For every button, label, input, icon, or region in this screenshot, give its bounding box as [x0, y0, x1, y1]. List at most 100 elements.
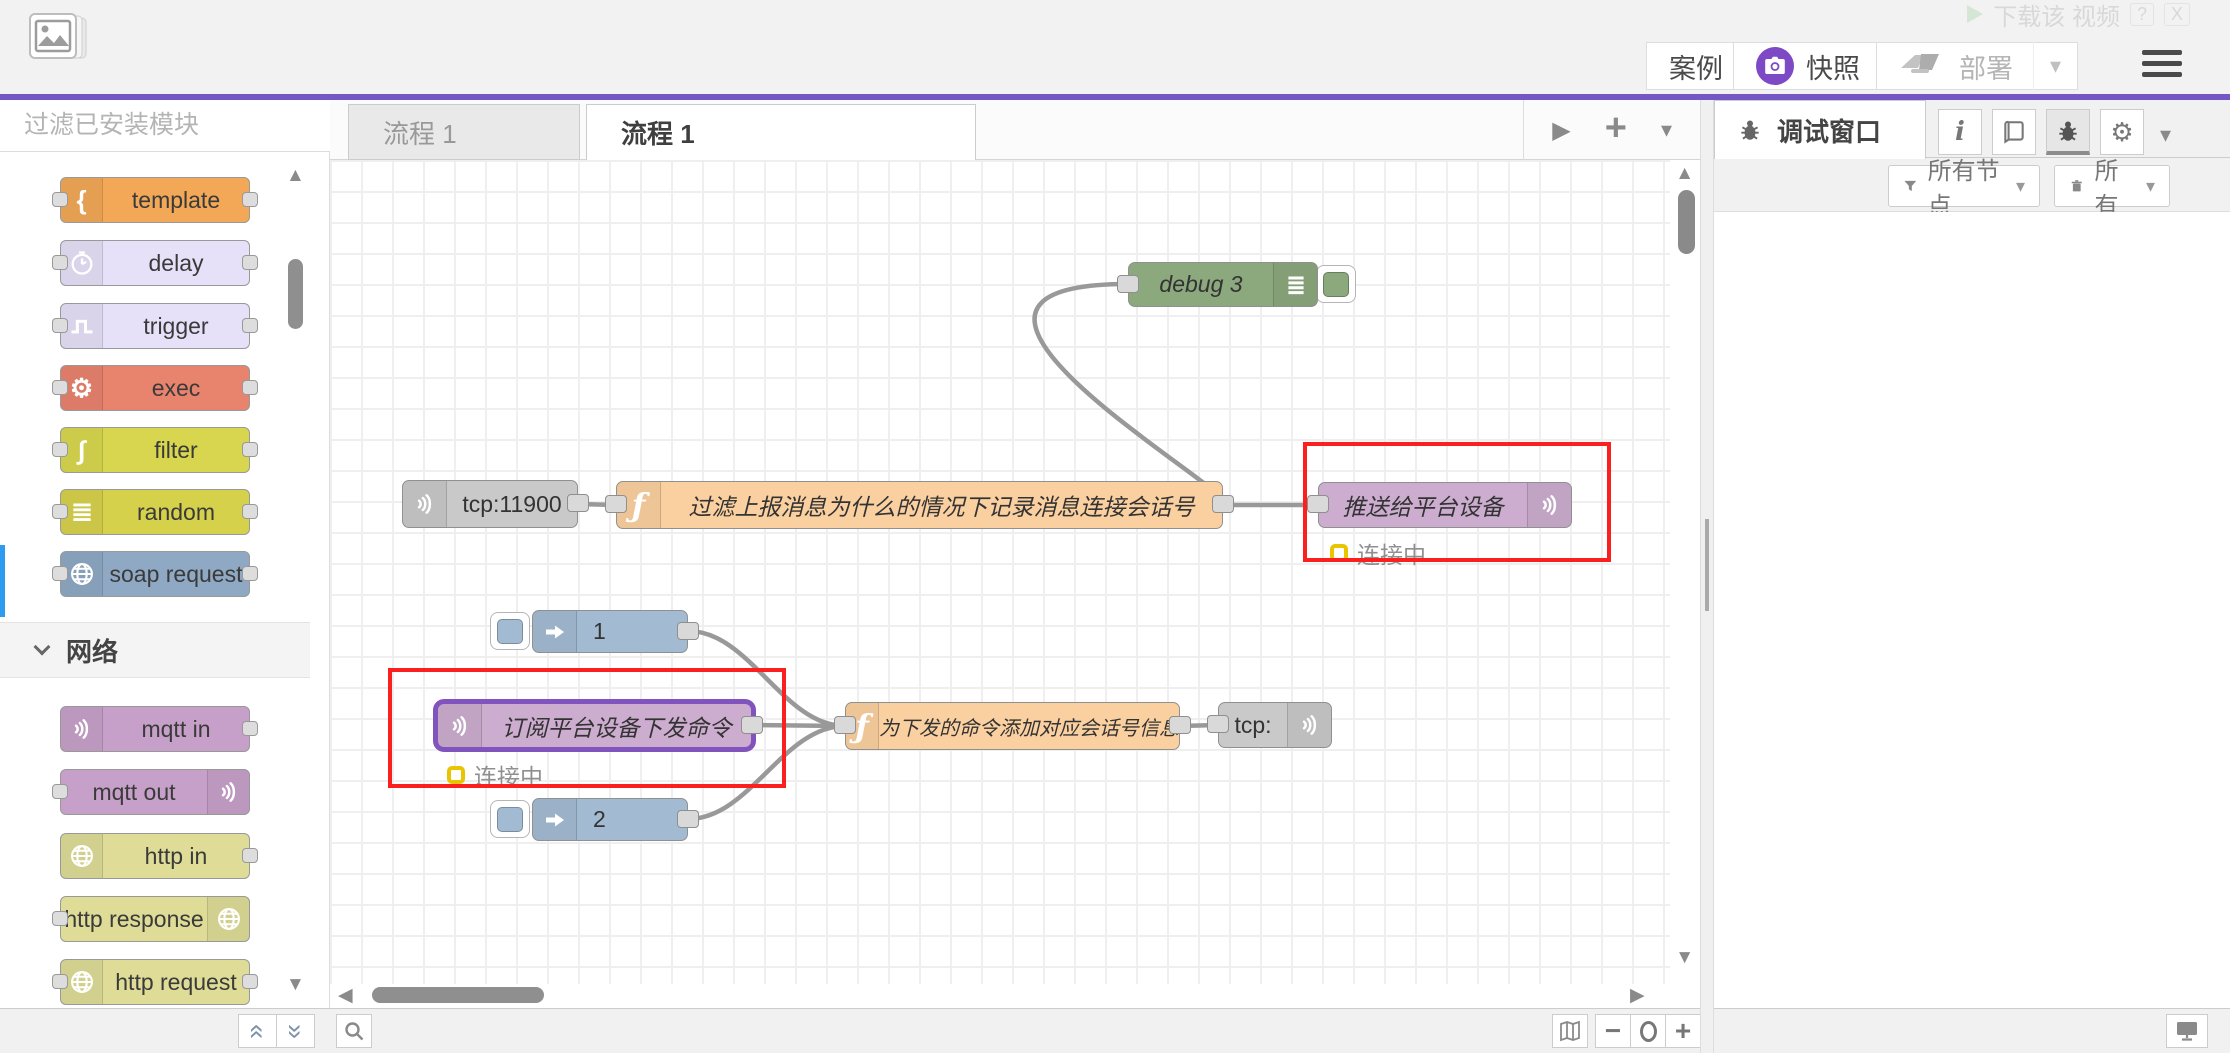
- help-tab-button[interactable]: [1992, 109, 2036, 155]
- output-port[interactable]: [242, 442, 258, 457]
- input-port[interactable]: [52, 566, 68, 581]
- sidebar-tabs-caret[interactable]: ▾: [2160, 122, 2171, 148]
- palette-node-exec[interactable]: ⚙ exec: [60, 365, 250, 411]
- output-port[interactable]: [242, 566, 258, 581]
- settings-tab-button[interactable]: ⚙: [2100, 109, 2144, 155]
- output-port[interactable]: [242, 318, 258, 333]
- node-function-command[interactable]: ƒ 为下发的命令添加对应会话号信息: [845, 702, 1180, 750]
- workspace-search-button[interactable]: [336, 1014, 372, 1048]
- node-link-2[interactable]: 2: [532, 798, 688, 841]
- overlay-help-button[interactable]: ?: [2130, 3, 2154, 26]
- node-function-filter[interactable]: ƒ 过滤上报消息为什么的情况下记录消息连接会话号: [616, 481, 1223, 529]
- palette-node-random[interactable]: random: [60, 489, 250, 535]
- output-port[interactable]: [677, 622, 699, 640]
- expand-all-button[interactable]: »: [276, 1014, 315, 1048]
- palette-scroll-up[interactable]: ▲: [286, 166, 305, 185]
- splitter-scrollbar-thumb[interactable]: [1705, 519, 1709, 611]
- output-port[interactable]: [242, 255, 258, 270]
- zoom-out-button[interactable]: −: [1595, 1014, 1631, 1048]
- output-port[interactable]: [242, 848, 258, 863]
- tab-flow-1[interactable]: 流程 1: [348, 104, 580, 160]
- output-port[interactable]: [741, 716, 763, 734]
- palette-node-soap-request[interactable]: soap request: [60, 551, 250, 597]
- output-port[interactable]: [1169, 716, 1191, 734]
- output-port[interactable]: [242, 380, 258, 395]
- canvas-scroll-down[interactable]: ▼: [1675, 948, 1694, 967]
- palette-node-template[interactable]: { template: [60, 177, 250, 223]
- palette-scrollbar-thumb[interactable]: [288, 259, 303, 329]
- palette-search-input[interactable]: [24, 111, 346, 140]
- input-port[interactable]: [52, 784, 68, 799]
- palette-node-mqtt-in[interactable]: mqtt in: [60, 706, 250, 752]
- zoom-in-button[interactable]: +: [1665, 1014, 1701, 1048]
- canvas-scroll-right[interactable]: ▶: [1630, 986, 1645, 1005]
- filter-nodes-button[interactable]: 所有节点 ▾: [1888, 165, 2040, 207]
- examples-button[interactable]: 案例: [1646, 42, 1746, 90]
- input-port[interactable]: [52, 192, 68, 207]
- input-port[interactable]: [52, 911, 68, 926]
- link-2-toggle[interactable]: [490, 800, 530, 838]
- canvas-scroll-up[interactable]: ▲: [1675, 164, 1694, 183]
- output-port[interactable]: [567, 494, 589, 512]
- clear-debug-button[interactable]: 所有 ▾: [2054, 165, 2170, 207]
- wire[interactable]: [1035, 284, 1226, 505]
- palette-section-network[interactable]: 网络: [0, 622, 310, 678]
- input-port[interactable]: [1117, 275, 1139, 293]
- palette-node-http-in[interactable]: http in: [60, 833, 250, 879]
- deploy-options-caret[interactable]: ▾: [2033, 42, 2077, 90]
- debug-enable-toggle[interactable]: [1316, 265, 1356, 303]
- open-in-window-button[interactable]: [2166, 1014, 2208, 1048]
- input-port[interactable]: [52, 255, 68, 270]
- output-port[interactable]: [677, 810, 699, 828]
- palette-node-delay[interactable]: delay: [60, 240, 250, 286]
- debug-tab-button[interactable]: [2046, 109, 2090, 155]
- canvas-vscroll-thumb[interactable]: [1678, 190, 1695, 254]
- node-subscribe-commands[interactable]: 订阅平台设备下发命令: [437, 703, 752, 748]
- node-debug-3[interactable]: debug 3: [1128, 262, 1318, 307]
- input-port[interactable]: [52, 442, 68, 457]
- minimap-button[interactable]: [1552, 1014, 1588, 1048]
- zoom-reset-button[interactable]: [1630, 1014, 1666, 1048]
- main-menu-button[interactable]: [2142, 50, 2182, 82]
- output-port[interactable]: [242, 192, 258, 207]
- palette-scroll-down[interactable]: ▼: [286, 975, 305, 994]
- overlay-close-button[interactable]: X: [2164, 3, 2190, 26]
- sidebar-splitter[interactable]: [1700, 100, 1714, 1053]
- output-port[interactable]: [242, 504, 258, 519]
- input-port[interactable]: [52, 380, 68, 395]
- scroll-tabs-right-button[interactable]: ▶: [1552, 116, 1570, 145]
- input-port[interactable]: [605, 495, 627, 513]
- node-tcp-out[interactable]: tcp:: [1218, 702, 1332, 748]
- collapse-all-button[interactable]: «: [238, 1014, 277, 1048]
- add-flow-button[interactable]: +: [1605, 107, 1627, 150]
- palette-node-http-request[interactable]: http request: [60, 959, 250, 1005]
- canvas-scroll-left[interactable]: ◀: [338, 986, 353, 1005]
- input-port[interactable]: [52, 504, 68, 519]
- palette-node-filter[interactable]: ∫ filter: [60, 427, 250, 473]
- link-1-toggle[interactable]: [490, 612, 530, 650]
- tab-debug-window[interactable]: 调试窗口: [1714, 100, 1926, 159]
- deploy-button[interactable]: 部署 ▾: [1876, 42, 2078, 90]
- palette-node-mqtt-out[interactable]: mqtt out: [60, 769, 250, 815]
- tab-list-button[interactable]: ▾: [1661, 117, 1672, 143]
- node-tcp-in[interactable]: tcp:11900: [402, 480, 578, 528]
- output-port[interactable]: [1212, 495, 1234, 513]
- flow-workspace[interactable]: debug 3 tcp:11900 ƒ 过滤上报消息为什么的情况下记录消息连接会…: [330, 160, 1700, 984]
- canvas-hscroll-thumb[interactable]: [372, 987, 544, 1003]
- palette-node-trigger[interactable]: trigger: [60, 303, 250, 349]
- node-status-subscribe: 连接中: [447, 758, 543, 792]
- snapshot-button[interactable]: 快照: [1733, 42, 1883, 90]
- input-port[interactable]: [1307, 495, 1329, 513]
- palette-search-box[interactable]: [0, 100, 330, 152]
- tab-flow-1-active[interactable]: 流程 1: [586, 104, 976, 160]
- input-port[interactable]: [1207, 715, 1229, 733]
- node-push-to-platform[interactable]: 推送给平台设备: [1318, 482, 1572, 528]
- output-port[interactable]: [242, 974, 258, 989]
- palette-node-http-response[interactable]: http response: [60, 896, 250, 942]
- input-port[interactable]: [52, 974, 68, 989]
- input-port[interactable]: [834, 716, 856, 734]
- input-port[interactable]: [52, 318, 68, 333]
- info-tab-button[interactable]: i: [1938, 109, 1982, 155]
- output-port[interactable]: [242, 721, 258, 736]
- node-link-1[interactable]: 1: [532, 610, 688, 653]
